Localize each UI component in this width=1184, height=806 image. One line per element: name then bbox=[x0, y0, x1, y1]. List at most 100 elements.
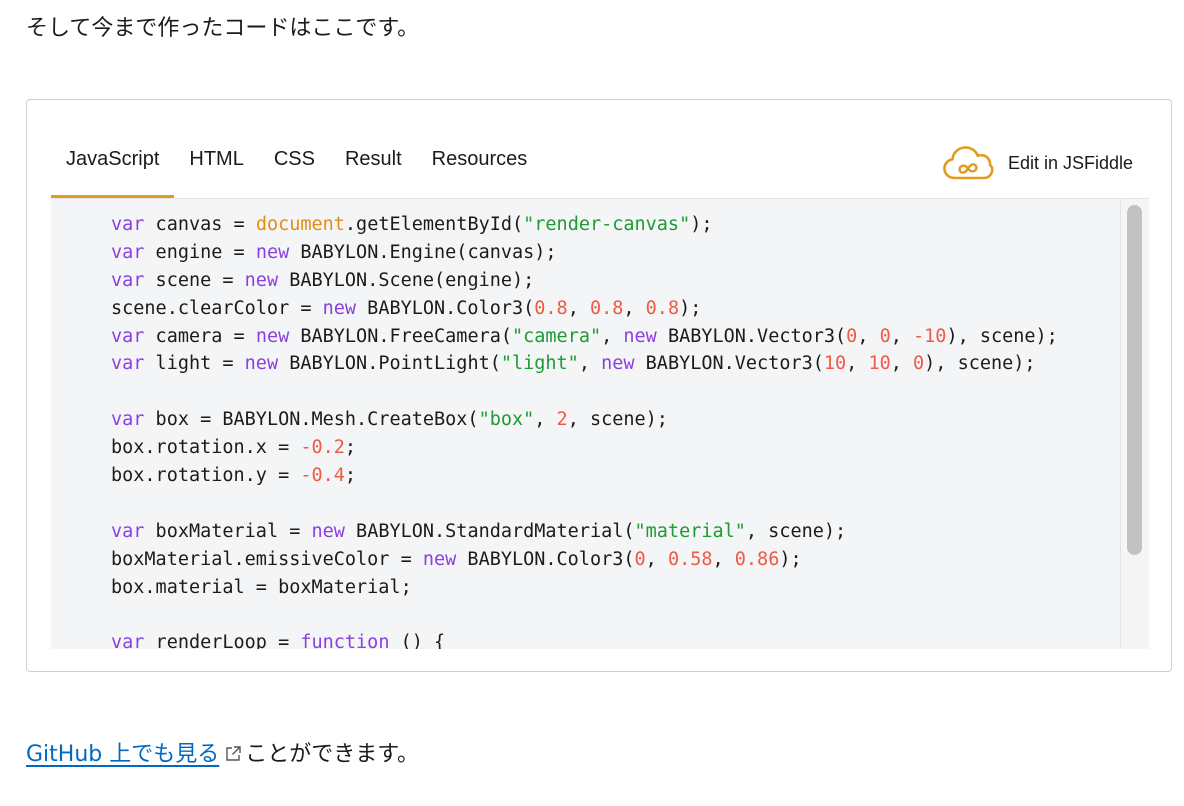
code-token: BABYLON.PointLight( bbox=[278, 353, 501, 375]
code-token: new bbox=[322, 297, 357, 319]
code-token: "box" bbox=[478, 409, 535, 431]
code-token: light = bbox=[144, 353, 245, 375]
code-token: box.rotation.x = bbox=[111, 437, 301, 459]
code-token: , bbox=[534, 409, 557, 431]
code-token: camera = bbox=[144, 325, 256, 347]
code-token: 0.8 bbox=[589, 297, 624, 319]
code-token: , bbox=[645, 548, 668, 570]
code-line: var renderLoop = function () { bbox=[111, 629, 1058, 649]
code-token: 0 bbox=[879, 325, 891, 347]
code-token: var bbox=[111, 241, 145, 263]
code-token: 10 bbox=[868, 353, 891, 375]
jsfiddle-embed: JavaScript HTML CSS Result Resources Edit in… bbox=[26, 99, 1172, 672]
code-token: BABYLON.StandardMaterial( bbox=[344, 520, 635, 542]
outro-paragraph: GitHub 上でも見る ことができます。 bbox=[26, 738, 419, 772]
code-token: new bbox=[422, 548, 457, 570]
code-token: "light" bbox=[500, 353, 579, 375]
code-line: var box = BABYLON.Mesh.CreateBox("box" , … bbox=[111, 406, 1058, 434]
code-token: , bbox=[890, 353, 914, 375]
code-token: 0 bbox=[913, 353, 925, 375]
outro-text: ことができます。 bbox=[245, 742, 420, 767]
code-token: var bbox=[111, 269, 145, 291]
code-token: document bbox=[255, 214, 345, 235]
code-token: box.rotation.y = bbox=[111, 465, 301, 487]
code-token: new bbox=[255, 325, 290, 347]
tab-css[interactable]: CSS bbox=[259, 140, 330, 198]
code-scrollbar[interactable] bbox=[1120, 199, 1149, 649]
code-token: , bbox=[857, 325, 880, 347]
code-token: 0.8 bbox=[534, 297, 568, 319]
code-token: , scene); bbox=[567, 409, 668, 431]
code-token: , bbox=[567, 297, 590, 319]
github-link[interactable]: GitHub 上でも見る bbox=[26, 738, 219, 772]
code-token: 0.86 bbox=[734, 548, 780, 570]
code-token: ; bbox=[344, 437, 357, 459]
code-token: 2 bbox=[556, 409, 568, 431]
intro-paragraph: そして今まで作ったコードはここです。 bbox=[26, 16, 420, 41]
code-token: -0.4 bbox=[300, 465, 345, 487]
code-token: new bbox=[601, 353, 635, 375]
code-token: , bbox=[846, 353, 869, 375]
code-token: BABYLON.Color3( bbox=[456, 548, 635, 570]
code-token: ), scene); bbox=[946, 325, 1058, 347]
code-token: -10 bbox=[913, 325, 947, 347]
code-line: box.rotation.y = -0.4; bbox=[111, 462, 1058, 490]
code-token: var bbox=[111, 325, 145, 347]
tab-html[interactable]: HTML bbox=[174, 140, 258, 198]
code-token: , bbox=[712, 548, 735, 570]
code-block: var canvas = document.getElementById("re… bbox=[111, 211, 1058, 649]
code-token: ), scene); bbox=[924, 353, 1036, 375]
code-token: box = BABYLON.Mesh.CreateBox( bbox=[144, 409, 479, 431]
code-token: BABYLON.Scene(engine); bbox=[278, 269, 535, 291]
code-token: "camera" bbox=[512, 325, 602, 347]
code-token: BABYLON.Vector3( bbox=[656, 325, 847, 347]
code-token: new bbox=[623, 325, 657, 347]
code-token: new bbox=[244, 353, 279, 375]
jsfiddle-cloud-icon bbox=[943, 146, 994, 180]
code-token: ); bbox=[690, 214, 713, 235]
code-token: scene = bbox=[144, 269, 245, 291]
code-scrollbar-thumb[interactable] bbox=[1127, 205, 1142, 555]
code-token: new bbox=[244, 269, 279, 291]
code-token: scene.clearColor = bbox=[111, 297, 323, 319]
code-token: , bbox=[890, 325, 914, 347]
code-line: var engine = new BABYLON.Engine(canvas); bbox=[111, 239, 1058, 267]
code-token: box.material = boxMaterial; bbox=[111, 576, 412, 598]
tab-resources[interactable]: Resources bbox=[417, 140, 543, 198]
code-token: var bbox=[111, 353, 145, 375]
code-token: 0.58 bbox=[667, 548, 713, 570]
code-line: boxMaterial.emissiveColor = new BABYLON.… bbox=[111, 546, 1058, 574]
code-token: BABYLON.Color3( bbox=[356, 297, 535, 319]
code-line: scene.clearColor = new BABYLON.Color3(0.… bbox=[111, 295, 1058, 323]
code-token: var bbox=[111, 520, 145, 542]
code-token: var bbox=[111, 409, 145, 431]
code-token: , bbox=[601, 325, 624, 347]
tab-javascript[interactable]: JavaScript bbox=[51, 140, 175, 198]
code-token: "render-canvas" bbox=[523, 214, 691, 235]
code-token: ); bbox=[779, 548, 802, 570]
code-token: engine = bbox=[144, 241, 256, 263]
code-token: BABYLON.Engine(canvas); bbox=[289, 241, 557, 263]
tab-result[interactable]: Result bbox=[330, 140, 417, 198]
code-token: 10 bbox=[823, 353, 847, 375]
code-line: var light = new BABYLON.PointLight("ligh… bbox=[111, 350, 1058, 378]
code-token: , bbox=[623, 297, 646, 319]
code-line: var scene = new BABYLON.Scene(engine); bbox=[111, 267, 1058, 295]
code-token: BABYLON.Vector3( bbox=[634, 353, 824, 375]
code-token: -0.2 bbox=[300, 437, 345, 459]
code-line: box.rotation.x = -0.2; bbox=[111, 434, 1058, 462]
article-page: そして今まで作ったコードはここです。 JavaScript HTML CSS Resu… bbox=[0, 0, 1184, 806]
code-token: () { bbox=[389, 632, 446, 649]
code-panel[interactable]: var canvas = document.getElementById("re… bbox=[51, 198, 1149, 649]
code-token: canvas = bbox=[144, 214, 256, 235]
code-token: boxMaterial.emissiveColor = bbox=[111, 548, 423, 570]
edit-in-jsfiddle-link[interactable]: Edit in JSFiddle bbox=[942, 144, 1133, 182]
embed-tabs: JavaScript HTML CSS Result Resources bbox=[51, 140, 542, 198]
code-line: var canvas = document.getElementById("re… bbox=[111, 211, 1058, 239]
code-token: , bbox=[578, 353, 602, 375]
code-line: var boxMaterial = new BABYLON.StandardMa… bbox=[111, 518, 1058, 546]
code-token: .getElementById( bbox=[344, 214, 524, 235]
code-token: ; bbox=[344, 465, 357, 487]
